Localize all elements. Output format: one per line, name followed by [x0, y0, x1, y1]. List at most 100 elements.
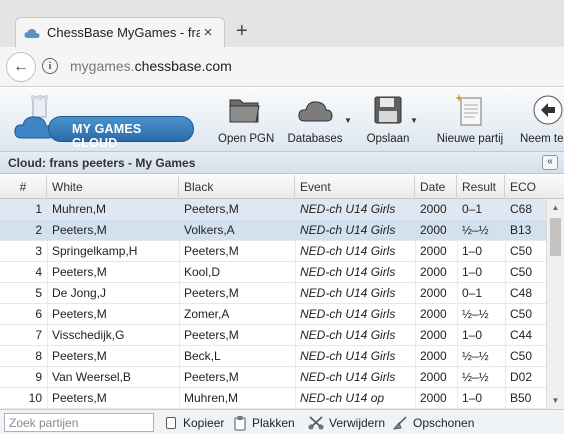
cell-date: 2000: [420, 307, 447, 321]
copy-icon: [166, 417, 176, 429]
cell-white: Peeters,M: [52, 391, 107, 405]
broom-icon: [392, 415, 407, 430]
cell-result: ½–½: [462, 223, 489, 237]
clipboard-icon: [234, 415, 246, 430]
info-icon[interactable]: i: [42, 58, 58, 74]
scroll-up-arrow-icon[interactable]: ▲: [547, 199, 564, 216]
cell-black: Beck,L: [184, 349, 221, 363]
table-row[interactable]: 1 Muhren,M Peeters,M NED-ch U14 Girls 20…: [0, 199, 546, 220]
column-header-date[interactable]: Date: [415, 175, 457, 199]
cell-event: NED-ch U14 Girls: [300, 244, 396, 258]
cell-event: NED-ch U14 Girls: [300, 370, 396, 384]
cell-eco: C50: [510, 349, 533, 363]
url-field[interactable]: mygames.chessbase.com: [70, 58, 232, 74]
paste-button[interactable]: Plakken: [233, 413, 295, 432]
cell-number: 4: [35, 265, 42, 279]
table-row[interactable]: 8 Peeters,M Beck,L NED-ch U14 Girls 2000…: [0, 346, 546, 367]
open-pgn-button[interactable]: Open PGN: [218, 91, 275, 145]
table-row[interactable]: 3 Springelkamp,H Peeters,M NED-ch U14 Gi…: [0, 241, 546, 262]
new-tab-button[interactable]: +: [236, 21, 248, 41]
cell-number: 2: [35, 223, 42, 237]
back-arrow-icon: ←: [13, 58, 29, 75]
my-games-cloud-logo[interactable]: MY GAMES CLOUD: [14, 94, 194, 150]
cell-eco: C50: [510, 244, 533, 258]
cell-result: 1–0: [462, 391, 483, 405]
cell-result: ½–½: [462, 370, 489, 384]
column-header-white[interactable]: White: [47, 175, 179, 199]
databases-button[interactable]: Databases: [287, 91, 343, 145]
table-row[interactable]: 2 Peeters,M Volkers,A NED-ch U14 Girls 2…: [0, 220, 546, 241]
cell-number: 8: [35, 349, 42, 363]
table-row[interactable]: 7 Visschedijk,G Peeters,M NED-ch U14 Gir…: [0, 325, 546, 346]
browser-tab[interactable]: ChessBase MyGames - fran ×: [15, 17, 225, 47]
table-row[interactable]: 4 Peeters,M Kool,D NED-ch U14 Girls 2000…: [0, 262, 546, 283]
table-row[interactable]: 9 Van Weersel,B Peeters,M NED-ch U14 Gir…: [0, 367, 546, 388]
cell-eco: C68: [510, 202, 533, 216]
column-header-black[interactable]: Black: [179, 175, 295, 199]
undo-arrow-icon: [520, 91, 564, 129]
save-button[interactable]: Opslaan: [366, 91, 410, 145]
open-pgn-label: Open PGN: [218, 133, 275, 145]
cell-result: ½–½: [462, 307, 489, 321]
cell-event: NED-ch U14 Girls: [300, 223, 396, 237]
new-game-button[interactable]: Nieuwe partij: [436, 91, 504, 145]
cell-black: Peeters,M: [184, 286, 239, 300]
scroll-down-arrow-icon[interactable]: ▼: [547, 392, 564, 409]
bottom-action-bar: Kopieer Plakken Verwijdern Opschonen: [0, 409, 564, 434]
paste-label: Plakken: [252, 415, 295, 430]
new-game-label: Nieuwe partij: [436, 133, 504, 145]
cell-date: 2000: [420, 391, 447, 405]
url-prefix: mygames.: [70, 58, 135, 74]
cell-event: NED-ch U14 Girls: [300, 286, 396, 300]
table-row[interactable]: 5 De Jong,J Peeters,M NED-ch U14 Girls 2…: [0, 283, 546, 304]
column-header-result[interactable]: Result: [457, 175, 505, 199]
tab-title: ChessBase MyGames - fran: [47, 25, 200, 40]
copy-button[interactable]: Kopieer: [164, 413, 224, 432]
cell-result: 1–0: [462, 244, 483, 258]
url-host: chessbase.com: [134, 58, 232, 74]
collapse-panel-button[interactable]: «: [542, 155, 558, 170]
panel-title: Cloud: frans peeters - My Games: [8, 156, 196, 170]
table-body: 1 Muhren,M Peeters,M NED-ch U14 Girls 20…: [0, 199, 546, 409]
cloud-favicon-icon: [24, 27, 40, 39]
table-row[interactable]: 6 Peeters,M Zomer,A NED-ch U14 Girls 200…: [0, 304, 546, 325]
cell-white: De Jong,J: [52, 286, 107, 300]
logo-text: MY GAMES CLOUD: [72, 122, 142, 150]
databases-dropdown-arrow-icon[interactable]: ▼: [344, 116, 352, 125]
cell-black: Peeters,M: [184, 328, 239, 342]
cell-number: 7: [35, 328, 42, 342]
save-label: Opslaan: [366, 133, 410, 145]
search-games-input[interactable]: [4, 413, 154, 432]
cell-event: NED-ch U14 Girls: [300, 349, 396, 363]
column-header-event[interactable]: Event: [295, 175, 415, 199]
vertical-scrollbar[interactable]: ▲ ▼: [546, 199, 564, 409]
cell-number: 5: [35, 286, 42, 300]
cell-number: 3: [35, 244, 42, 258]
cell-eco: B50: [510, 391, 532, 405]
cell-date: 2000: [420, 244, 447, 258]
cell-eco: C44: [510, 328, 533, 342]
table-row[interactable]: 10 Peeters,M Muhren,M NED-ch U14 op 2000…: [0, 388, 546, 409]
cell-eco: C50: [510, 307, 533, 321]
take-back-button[interactable]: Neem terug: [520, 91, 564, 145]
cell-date: 2000: [420, 223, 447, 237]
cell-event: NED-ch U14 Girls: [300, 307, 396, 321]
save-dropdown-arrow-icon[interactable]: ▼: [410, 116, 418, 125]
cell-black: Peeters,M: [184, 244, 239, 258]
clean-button[interactable]: Opschonen: [392, 413, 474, 432]
cell-event: NED-ch U14 Girls: [300, 328, 396, 342]
app-toolbar: MY GAMES CLOUD Open PGN Databases ▼ Opsl…: [0, 88, 564, 152]
browser-tab-strip: ChessBase MyGames - fran × +: [0, 0, 564, 47]
close-tab-icon[interactable]: ×: [200, 24, 216, 41]
back-button[interactable]: ←: [6, 52, 36, 82]
delete-button[interactable]: Verwijdern: [308, 413, 385, 432]
column-header-number[interactable]: #: [0, 175, 47, 199]
cell-black: Peeters,M: [184, 370, 239, 384]
folder-icon: [218, 91, 272, 129]
cloud-icon: [287, 91, 343, 129]
cell-white: Springelkamp,H: [52, 244, 138, 258]
scrollbar-thumb[interactable]: [550, 218, 561, 256]
column-header-eco[interactable]: ECO: [505, 175, 564, 199]
floppy-disk-icon: [366, 91, 410, 129]
copy-label: Kopieer: [183, 415, 225, 430]
